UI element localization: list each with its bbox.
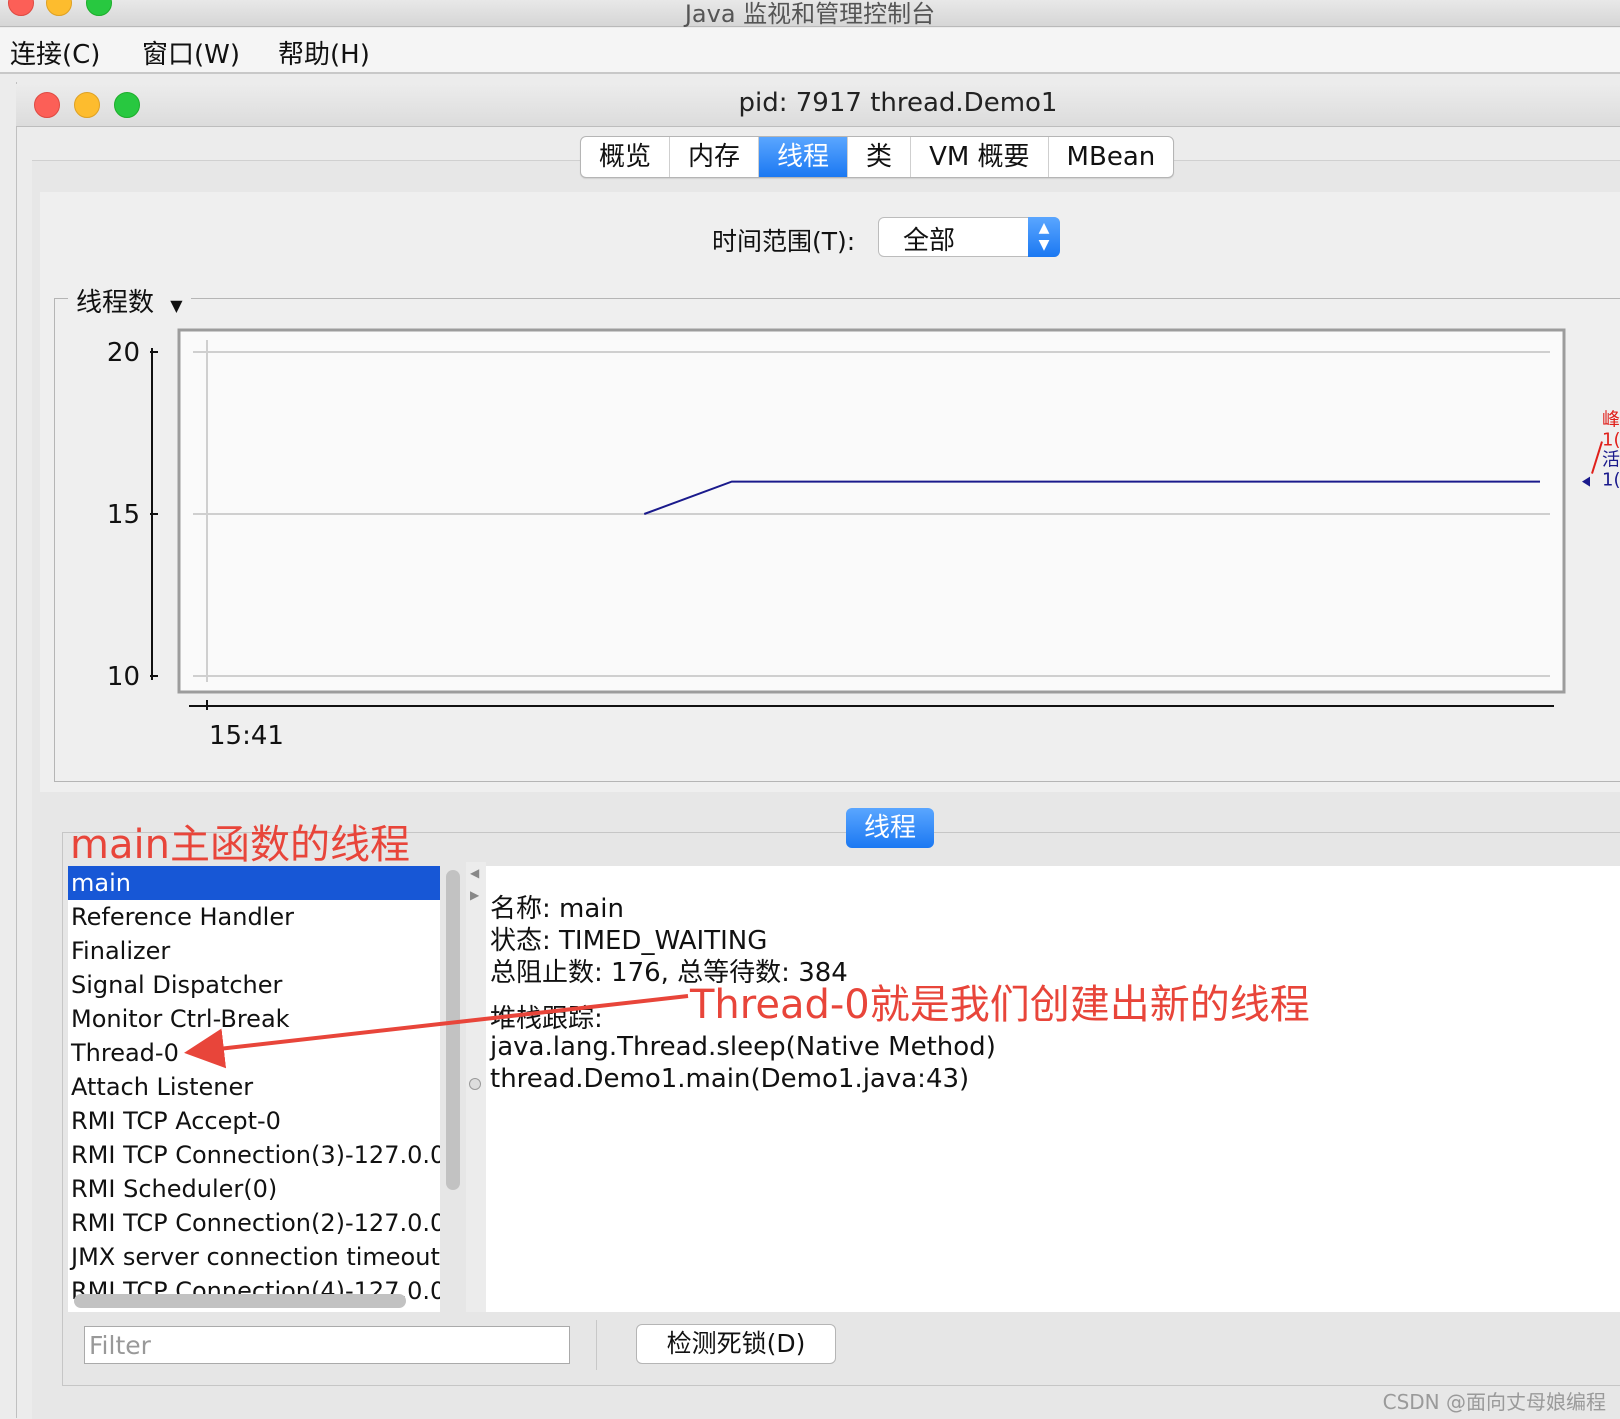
chevron-right-icon[interactable]: ▶: [470, 888, 479, 902]
y-tick-label: 20: [107, 338, 140, 368]
thread-list-item[interactable]: RMI TCP Connection(2)-127.0.0: [68, 1206, 440, 1240]
thread-list-item[interactable]: Reference Handler: [68, 900, 440, 934]
time-range-label: 时间范围(T):: [712, 227, 856, 256]
tab-classes[interactable]: 类: [848, 137, 912, 177]
select-arrows-icon: ▲ ▼: [1028, 217, 1060, 257]
menu-bar: 连接(C) 窗口(W) 帮助(H): [0, 28, 1620, 74]
y-tick-label: 15: [107, 500, 140, 530]
tab-memory[interactable]: 内存: [670, 137, 760, 177]
menu-connect[interactable]: 连接(C): [10, 34, 100, 71]
split-pane-divider[interactable]: ◀ ▶: [466, 862, 486, 1312]
thread-list-item[interactable]: RMI TCP Accept-0: [68, 1104, 440, 1138]
plot-frame: [177, 328, 1566, 694]
splitter-handle-icon[interactable]: [469, 1078, 481, 1090]
thread-list[interactable]: main Reference Handler Finalizer Signal Dis…: [68, 866, 440, 1312]
inner-title-bar: pid: 7917 thread.Demo1: [16, 84, 1620, 127]
annotation-main-note: main主函数的线程: [70, 822, 410, 868]
legend-label: 活: [1602, 450, 1620, 471]
thread-list-horizontal-scrollbar[interactable]: [74, 1294, 406, 1308]
menu-help[interactable]: 帮助(H): [278, 34, 370, 71]
outer-window-title: Java 监视和管理控制台: [684, 0, 936, 28]
detect-deadlock-button[interactable]: 检测死锁(D): [636, 1324, 836, 1364]
thread-list-item[interactable]: Finalizer: [68, 934, 440, 968]
chart-title-text: 线程数: [76, 288, 155, 318]
chevron-down-icon: ▼: [170, 296, 183, 315]
tab-threads[interactable]: 线程: [759, 137, 849, 177]
outer-title-bar: Java 监视和管理控制台: [0, 0, 1620, 28]
filter-field[interactable]: [84, 1326, 570, 1364]
thread-list-item[interactable]: Attach Listener: [68, 1070, 440, 1104]
chart-title[interactable]: 线程数 ▼: [68, 282, 191, 319]
thread-list-item[interactable]: RMI TCP Connection(3)-127.0.0: [68, 1138, 440, 1172]
tab-bar: 概览 内存 线程 类 VM 概要 MBean: [580, 136, 1175, 178]
tab-overview[interactable]: 概览: [581, 137, 671, 177]
tab-mbean[interactable]: MBean: [1049, 137, 1174, 177]
filter-input[interactable]: [85, 1327, 569, 1363]
thread-list-item[interactable]: JMX server connection timeout 1: [68, 1240, 440, 1274]
tab-vm-summary[interactable]: VM 概要: [911, 137, 1049, 177]
watermark: CSDN @面向丈母娘编程: [1382, 1390, 1606, 1414]
time-range-value: 全部: [903, 226, 956, 256]
thread-count-chart: 20151015:41 峰1(活1(: [107, 328, 1620, 751]
threads-section-button[interactable]: 线程: [846, 808, 934, 848]
thread-list-item[interactable]: RMI Scheduler(0): [68, 1172, 440, 1206]
thread-detail-pane: 名称: main 状态: TIMED_WAITING 总阻止数: 176, 总等…: [486, 866, 1620, 1312]
y-tick-label: 10: [107, 662, 140, 692]
legend-marker-icon: [1582, 476, 1590, 487]
annotation-arrow: [184, 994, 689, 1069]
legend-label: 1(: [1602, 430, 1620, 451]
x-tick-label: 15:41: [209, 721, 284, 751]
time-range-select[interactable]: 全部 ▲ ▼: [878, 217, 1060, 257]
menu-window[interactable]: 窗口(W): [142, 34, 240, 71]
toolbar-separator: [596, 1320, 597, 1370]
legend-label: 峰: [1602, 410, 1620, 431]
inner-window-title: pid: 7917 thread.Demo1: [738, 88, 1058, 118]
legend-label: 1(: [1602, 470, 1620, 491]
thread-list-item[interactable]: main: [68, 866, 440, 900]
chevron-left-icon[interactable]: ◀: [470, 866, 479, 880]
legend-pointer: [1591, 441, 1603, 474]
